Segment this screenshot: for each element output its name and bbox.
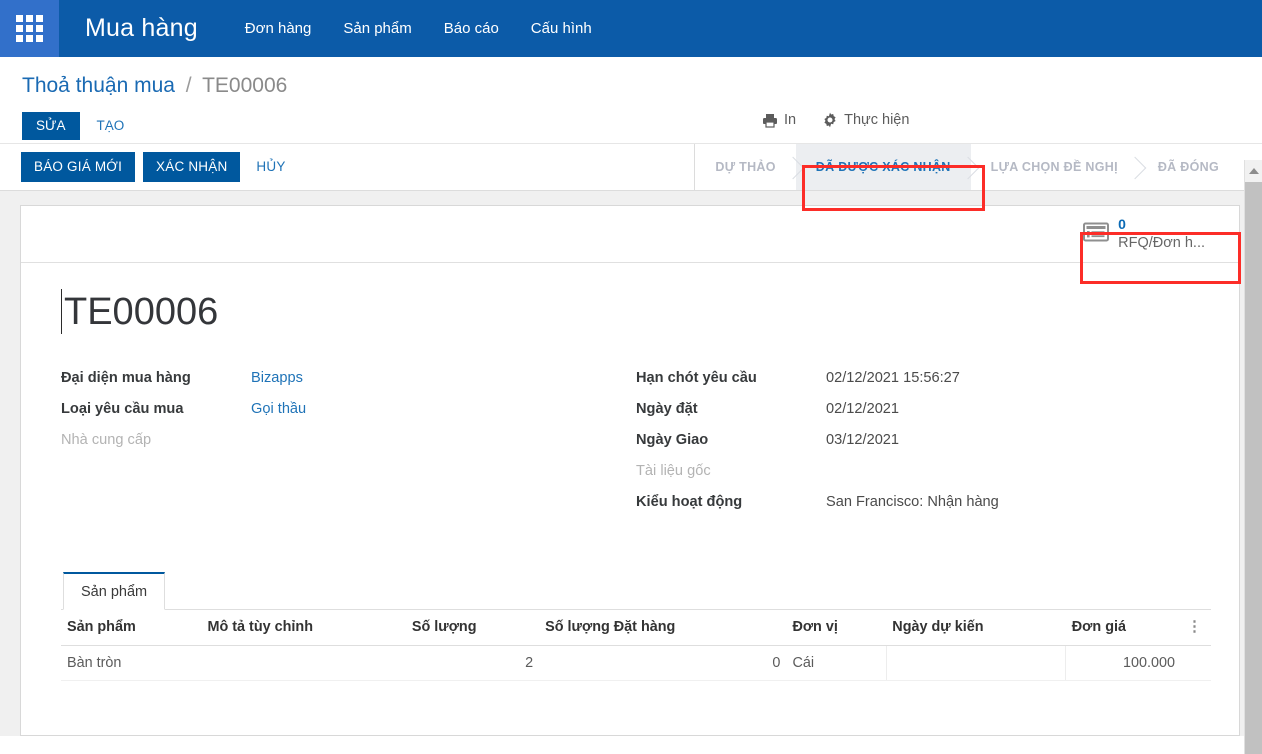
workflow-buttons: BÁO GIÁ MỚI XÁC NHẬN HỦY bbox=[0, 144, 294, 190]
field-value[interactable]: 02/12/2021 15:56:27 bbox=[826, 370, 960, 386]
print-label: In bbox=[784, 112, 797, 128]
field-label: Đại diện mua hàng bbox=[61, 370, 191, 386]
field-column-left: Đại diện mua hàng Bizapps Loại yêu cầu m… bbox=[61, 370, 636, 525]
sheet-body: TE00006 Đại diện mua hàng Bizapps Loại y… bbox=[21, 263, 1239, 681]
scroll-up-arrow-icon[interactable] bbox=[1245, 160, 1262, 182]
table-row[interactable]: Bàn tròn 2 0 Cái 100.000 bbox=[61, 645, 1211, 681]
apps-menu-button[interactable] bbox=[0, 0, 59, 57]
menu-item-orders[interactable]: Đơn hàng bbox=[245, 20, 312, 37]
order-lines-table: Sản phẩm Mô tả tùy chỉnh Số lượng Số lượ… bbox=[61, 610, 1211, 681]
field-source-document: Tài liệu gốc bbox=[636, 463, 1211, 485]
cell-ordered-quantity[interactable]: 0 bbox=[539, 645, 787, 681]
notebook: Sản phẩm Sản phẩm Mô tả tùy chỉnh Số lượ… bbox=[61, 572, 1211, 681]
cancel-button[interactable]: HỦY bbox=[248, 152, 293, 182]
stat-button-rfq[interactable]: 0 RFQ/Đơn h... bbox=[1073, 212, 1215, 257]
menu-item-products[interactable]: Sản phẩm bbox=[343, 20, 411, 37]
confirm-button[interactable]: XÁC NHẬN bbox=[143, 152, 241, 182]
notebook-tabs: Sản phẩm bbox=[61, 572, 1211, 610]
cell-spacer bbox=[1181, 645, 1211, 681]
menu-item-configuration[interactable]: Cấu hình bbox=[531, 20, 592, 37]
field-label: Loại yêu cầu mua bbox=[61, 401, 184, 417]
column-quantity[interactable]: Số lượng bbox=[405, 610, 540, 646]
field-order-date: Ngày đặt 02/12/2021 bbox=[636, 401, 1211, 423]
vertical-dots-icon: ⋮ bbox=[1187, 618, 1202, 635]
new-quotation-button[interactable]: BÁO GIÁ MỚI bbox=[21, 152, 136, 182]
field-operation-type: Kiểu hoạt động San Francisco: Nhận hàng bbox=[636, 494, 1211, 516]
field-label: Ngày Giao bbox=[636, 432, 709, 448]
field-value[interactable]: San Francisco: Nhận hàng bbox=[826, 494, 999, 510]
status-proposal-selection[interactable]: LỰA CHỌN ĐỀ NGHỊ bbox=[971, 144, 1138, 190]
scrollbar-thumb[interactable] bbox=[1245, 182, 1262, 754]
text-cursor bbox=[61, 289, 62, 334]
cell-unit-price[interactable]: 100.000 bbox=[1065, 645, 1181, 681]
cell-product[interactable]: Bàn tròn bbox=[61, 645, 202, 681]
form-sheet: 0 RFQ/Đơn h... TE00006 Đại diện mua hàng… bbox=[20, 205, 1240, 736]
control-panel-tools: In Thực hiện bbox=[762, 112, 909, 128]
form-sheet-background: 0 RFQ/Đơn h... TE00006 Đại diện mua hàng… bbox=[0, 191, 1262, 736]
vertical-scrollbar[interactable] bbox=[1244, 160, 1262, 754]
field-vendor: Nhà cung cấp bbox=[61, 432, 636, 454]
tab-products[interactable]: Sản phẩm bbox=[63, 572, 166, 610]
cell-quantity[interactable]: 2 bbox=[405, 645, 540, 681]
control-panel: Thoả thuận mua / TE00006 SỬA TẠO In Thực… bbox=[0, 57, 1262, 144]
cell-uom[interactable]: Cái bbox=[786, 645, 887, 681]
menu-item-reports[interactable]: Báo cáo bbox=[444, 20, 499, 37]
breadcrumb-root-link[interactable]: Thoả thuận mua bbox=[22, 74, 175, 97]
status-confirmed[interactable]: ĐÃ ĐƯỢC XÁC NHẬN bbox=[795, 144, 971, 190]
optional-columns-button[interactable]: ⋮ bbox=[1181, 610, 1211, 646]
column-unit-price[interactable]: Đơn giá bbox=[1065, 610, 1181, 646]
field-purchase-request-type: Loại yêu cầu mua Gọi thầu bbox=[61, 401, 636, 423]
field-value[interactable]: 02/12/2021 bbox=[826, 401, 899, 417]
column-product[interactable]: Sản phẩm bbox=[61, 610, 202, 646]
breadcrumb: Thoả thuận mua / TE00006 bbox=[22, 57, 1262, 98]
app-brand-title: Mua hàng bbox=[85, 14, 198, 42]
action-label: Thực hiện bbox=[844, 112, 910, 128]
column-ordered-quantity[interactable]: Số lượng Đặt hàng bbox=[539, 610, 787, 646]
page-title: TE00006 bbox=[64, 290, 219, 333]
main-menu: Đơn hàng Sản phẩm Báo cáo Cấu hình bbox=[245, 20, 592, 37]
field-label: Kiểu hoạt động bbox=[636, 494, 743, 510]
stat-button-box: 0 RFQ/Đơn h... bbox=[21, 206, 1239, 263]
list-view-icon bbox=[1083, 222, 1110, 247]
cell-expected-date[interactable] bbox=[885, 645, 1067, 681]
field-column-right: Hạn chót yêu cầu 02/12/2021 15:56:27 Ngà… bbox=[636, 370, 1211, 525]
table-header-row: Sản phẩm Mô tả tùy chỉnh Số lượng Số lượ… bbox=[61, 610, 1211, 646]
top-navbar: Mua hàng Đơn hàng Sản phẩm Báo cáo Cấu h… bbox=[0, 0, 1262, 57]
cell-description[interactable] bbox=[201, 645, 406, 681]
record-title-field[interactable]: TE00006 bbox=[61, 289, 1211, 334]
apps-grid-icon bbox=[16, 15, 43, 42]
status-closed[interactable]: ĐÃ ĐÓNG bbox=[1138, 144, 1239, 190]
field-label: Nhà cung cấp bbox=[61, 432, 152, 448]
edit-button[interactable]: SỬA bbox=[22, 112, 80, 140]
action-button[interactable]: Thực hiện bbox=[822, 112, 909, 128]
field-group: Đại diện mua hàng Bizapps Loại yêu cầu m… bbox=[61, 370, 1211, 525]
status-bar: DỰ THẢO ĐÃ ĐƯỢC XÁC NHẬN LỰA CHỌN ĐỀ NGH… bbox=[694, 144, 1262, 190]
column-description[interactable]: Mô tả tùy chỉnh bbox=[201, 610, 406, 646]
field-value[interactable]: Bizapps bbox=[251, 370, 303, 386]
field-value[interactable]: 03/12/2021 bbox=[826, 432, 899, 448]
field-purchase-representative: Đại diện mua hàng Bizapps bbox=[61, 370, 636, 392]
stat-label: RFQ/Đơn h... bbox=[1118, 235, 1205, 251]
column-expected-date[interactable]: Ngày dự kiến bbox=[886, 610, 1066, 646]
gear-icon bbox=[822, 112, 838, 128]
print-button[interactable]: In bbox=[762, 112, 796, 128]
field-label: Tài liệu gốc bbox=[636, 463, 711, 479]
field-delivery-date: Ngày Giao 03/12/2021 bbox=[636, 432, 1211, 454]
column-uom[interactable]: Đơn vị bbox=[786, 610, 887, 646]
create-button[interactable]: TẠO bbox=[86, 112, 136, 140]
field-value[interactable]: Gọi thầu bbox=[251, 401, 306, 417]
field-request-deadline: Hạn chót yêu cầu 02/12/2021 15:56:27 bbox=[636, 370, 1211, 392]
breadcrumb-separator: / bbox=[185, 74, 192, 97]
action-status-row: BÁO GIÁ MỚI XÁC NHẬN HỦY DỰ THẢO ĐÃ ĐƯỢC… bbox=[0, 144, 1262, 191]
breadcrumb-current: TE00006 bbox=[202, 74, 288, 97]
stat-value: 0 bbox=[1118, 215, 1126, 232]
control-panel-buttons: SỬA TẠO In Thực hiện bbox=[22, 109, 1262, 143]
field-label: Hạn chót yêu cầu bbox=[636, 370, 757, 386]
field-label: Ngày đặt bbox=[636, 401, 698, 417]
printer-icon bbox=[762, 113, 778, 128]
